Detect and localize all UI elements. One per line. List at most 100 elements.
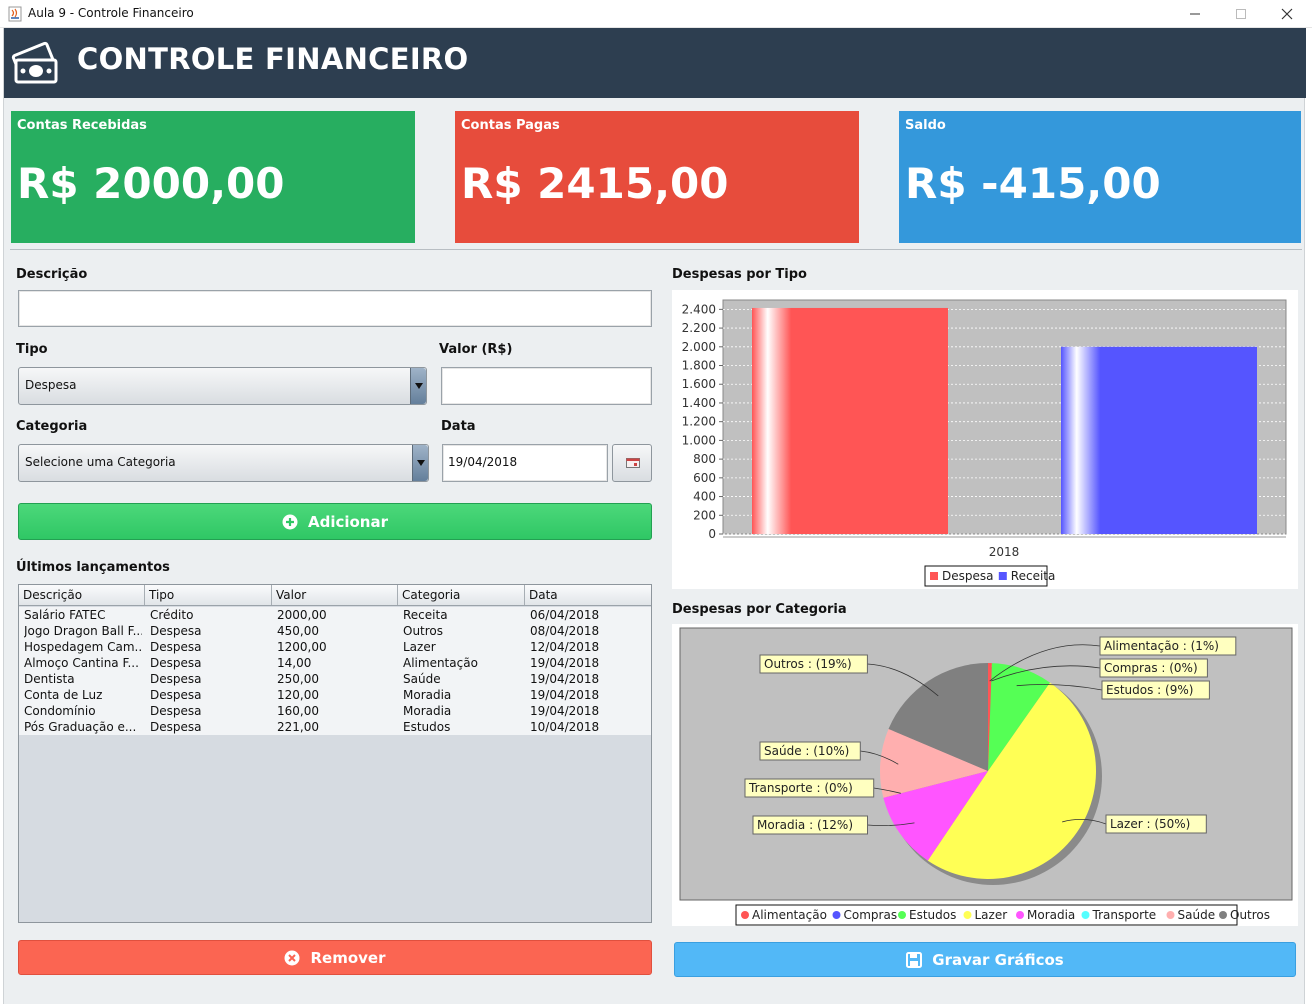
legend-label: Alimentação [752, 908, 827, 922]
legend-label: Estudos [909, 908, 956, 922]
y-tick-label: 1.800 [682, 359, 716, 373]
amount-label: Valor (R$) [439, 342, 513, 357]
pie-label: Alimentação : (1%) [1104, 639, 1219, 653]
balance-card: Saldo R$ -415,00 [899, 111, 1301, 243]
cell-date: 08/04/2018 [530, 624, 600, 638]
description-input[interactable] [18, 290, 652, 327]
calendar-icon [626, 458, 640, 468]
cell-description: Salário FATEC [24, 608, 106, 622]
y-tick-label: 1.000 [682, 433, 716, 447]
cell-category: Moradia [403, 704, 452, 718]
bar-despesa [752, 307, 948, 534]
cell-type: Despesa [150, 672, 202, 686]
balance-value: R$ -415,00 [905, 159, 1161, 208]
legend-label: Compras [844, 908, 898, 922]
table-row[interactable]: Condomínio Despesa 160,00 Moradia 19/04/… [19, 703, 651, 719]
amount-input[interactable] [441, 367, 652, 405]
pie-label: Compras : (0%) [1104, 661, 1198, 675]
pie-chart-title: Despesas por Categoria [672, 602, 847, 617]
cell-category: Moradia [403, 688, 452, 702]
legend-label: Lazer [975, 908, 1008, 922]
java-icon [8, 6, 22, 22]
table-row[interactable]: Conta de Luz Despesa 120,00 Moradia 19/0… [19, 687, 651, 703]
cell-description: Almoço Cantina F... [24, 656, 139, 670]
table-header: Descrição Tipo Valor Categoria Data [19, 585, 651, 606]
table-row[interactable]: Salário FATEC Crédito 2000,00 Receita 06… [19, 607, 651, 623]
legend-label: Despesa [942, 569, 993, 583]
cell-amount: 250,00 [277, 672, 319, 686]
maximize-icon [1236, 9, 1246, 19]
date-label: Data [441, 419, 476, 434]
minimize-button[interactable] [1172, 0, 1218, 28]
y-tick-label: 2.000 [682, 340, 716, 354]
table-body: Salário FATEC Crédito 2000,00 Receita 06… [19, 607, 651, 735]
date-input[interactable]: 19/04/2018 [442, 444, 608, 482]
cell-category: Receita [403, 608, 448, 622]
minimize-icon [1190, 13, 1200, 15]
date-picker-button[interactable] [612, 444, 652, 482]
cell-description: Dentista [24, 672, 75, 686]
received-label: Contas Recebidas [17, 118, 147, 133]
table-row[interactable]: Jogo Dragon Ball F... Despesa 450,00 Out… [19, 623, 651, 639]
table-row[interactable]: Dentista Despesa 250,00 Saúde 19/04/2018 [19, 671, 651, 687]
bar-receita [1061, 346, 1257, 534]
type-select-value: Despesa [25, 378, 77, 392]
y-tick-label: 1.200 [682, 415, 716, 429]
category-select[interactable]: Selecione uma Categoria [18, 444, 429, 482]
category-label: Categoria [16, 419, 88, 434]
column-header[interactable]: Categoria [398, 585, 525, 605]
cell-amount: 120,00 [277, 688, 319, 702]
save-charts-button-label: Gravar Gráficos [932, 950, 1064, 969]
column-header[interactable]: Descrição [19, 585, 145, 605]
y-tick-label: 0 [708, 527, 716, 541]
table-row[interactable]: Pós Graduação e... Despesa 221,00 Estudo… [19, 719, 651, 735]
cell-type: Crédito [150, 608, 194, 622]
plus-circle-icon [282, 514, 298, 530]
cell-date: 19/04/2018 [530, 672, 600, 686]
save-charts-button[interactable]: Gravar Gráficos [674, 942, 1296, 977]
legend-swatch [898, 911, 906, 919]
x-tick-label: 2018 [989, 545, 1020, 559]
bar-chart: 0 200 400 600 800 1.000 1.200 1.400 1.600 1.800 2.… [682, 299, 1287, 587]
column-header[interactable]: Tipo [145, 585, 272, 605]
legend-label: Moradia [1027, 908, 1075, 922]
legend-swatch [998, 572, 1007, 580]
entries-table[interactable]: Descrição Tipo Valor Categoria Data Salá… [18, 584, 652, 923]
bar-chart-panel: 0 200 400 600 800 1.000 1.200 1.400 1.600 1.800 2.… [672, 290, 1298, 589]
legend-label: Saúde [1178, 908, 1216, 922]
legend-swatch [930, 572, 938, 580]
app-header: CONTROLE FINANCEIRO [4, 28, 1306, 98]
main-window: CONTROLE FINANCEIRO Contas Recebidas R$ … [3, 28, 1306, 1004]
pie-label: Saúde : (10%) [764, 744, 849, 758]
pie-label: Moradia : (12%) [757, 818, 853, 832]
cell-description: Condomínio [24, 704, 96, 718]
close-button[interactable] [1264, 0, 1310, 28]
column-header[interactable]: Data [525, 585, 651, 605]
table-row[interactable]: Almoço Cantina F... Despesa 14,00 Alimen… [19, 655, 651, 671]
add-button[interactable]: Adicionar [18, 503, 652, 540]
column-header[interactable]: Valor [272, 585, 398, 605]
chevron-down-icon[interactable] [410, 368, 426, 404]
maximize-button[interactable] [1218, 0, 1264, 28]
legend-label: Receita [1011, 569, 1056, 583]
cell-category: Outros [403, 624, 444, 638]
pie-chart: Alimentação : (1%) Compras : (0%) Estudos … [679, 627, 1293, 926]
chevron-down-icon[interactable] [412, 445, 428, 481]
received-card: Contas Recebidas R$ 2000,00 [11, 111, 415, 243]
cell-type: Despesa [150, 624, 202, 638]
cell-type: Despesa [150, 720, 202, 734]
cell-amount: 221,00 [277, 720, 319, 734]
cell-description: Pós Graduação e... [24, 720, 137, 734]
type-select[interactable]: Despesa [18, 367, 427, 405]
category-select-value: Selecione uma Categoria [25, 455, 176, 469]
remove-button[interactable]: Remover [18, 940, 652, 975]
cell-amount: 1200,00 [277, 640, 327, 654]
window-titlebar: Aula 9 - Controle Financeiro [0, 0, 1312, 28]
section-divider [10, 249, 1302, 250]
legend-swatch [1219, 911, 1227, 919]
y-tick-label: 2.400 [682, 302, 716, 316]
table-row[interactable]: Hospedagem Cam... Despesa 1200,00 Lazer … [19, 639, 651, 655]
description-label: Descrição [16, 267, 88, 282]
paid-card: Contas Pagas R$ 2415,00 [455, 111, 859, 243]
cell-type: Despesa [150, 688, 202, 702]
